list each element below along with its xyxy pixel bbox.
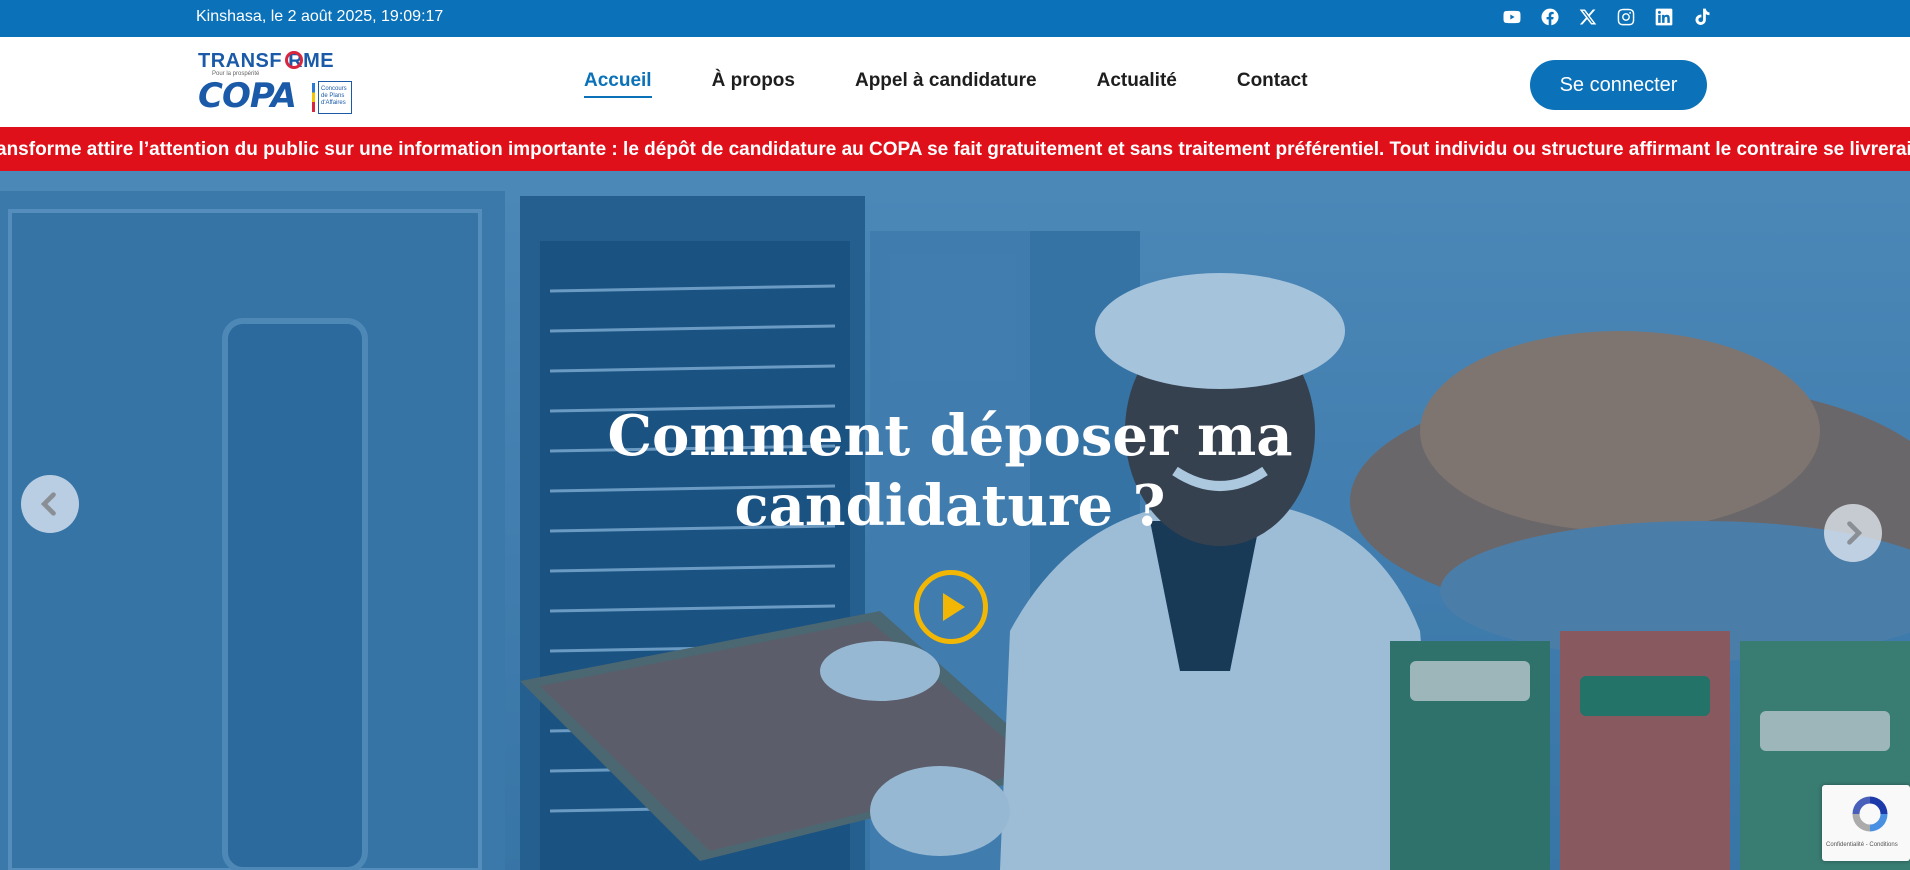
recaptcha-icon [1852,796,1888,832]
nav-actualite[interactable]: Actualité [1097,70,1177,98]
ticker-text: ansforme attire l’attention du public su… [0,139,1910,160]
play-icon [943,593,965,621]
logo-line1: TRANSF RME [198,50,335,72]
announcement-ticker: ansforme attire l’attention du public su… [0,127,1910,171]
main-nav: Accueil À propos Appel à candidature Act… [584,70,1308,98]
play-video-button[interactable] [914,570,988,644]
nav-appel-candidature[interactable]: Appel à candidature [855,70,1037,98]
hero-slider: Comment déposer ma candidature ? [0,171,1910,870]
youtube-icon[interactable] [1502,7,1522,27]
hero-title: Comment déposer ma candidature ? [550,401,1350,541]
facebook-icon[interactable] [1540,7,1560,27]
hero-title-line1: Comment déposer ma [607,403,1293,469]
datetime-display: Kinshasa, le 2 août 2025, 19:09:17 [196,8,444,25]
hero-title-line2: candidature ? [734,473,1166,539]
login-button[interactable]: Se connecter [1530,60,1707,110]
top-bar: Kinshasa, le 2 août 2025, 19:09:17 [0,0,1910,37]
nav-contact[interactable]: Contact [1237,70,1308,98]
gear-icon [285,51,303,69]
x-icon[interactable] [1578,7,1598,27]
social-links [1502,7,1712,27]
recaptcha-footer: Confidentialité - Conditions [1826,842,1898,848]
tiktok-icon[interactable] [1692,7,1712,27]
chevron-right-icon [1847,521,1863,545]
copa-logo[interactable]: TRANSF RME Pour la prospérité COPA Conco… [198,50,354,116]
logo-box-text: Concours de Plans d'Affaires [318,81,352,114]
slider-next-button[interactable] [1824,504,1882,562]
slider-prev-button[interactable] [21,475,79,533]
linkedin-icon[interactable] [1654,7,1674,27]
site-header: TRANSF RME Pour la prospérité COPA Conco… [0,37,1910,127]
nav-a-propos[interactable]: À propos [712,70,795,98]
instagram-icon[interactable] [1616,7,1636,27]
flag-stripe [312,83,315,112]
logo-copa: COPA [198,76,297,116]
recaptcha-badge[interactable]: Confidentialité - Conditions [1822,785,1910,861]
chevron-left-icon [40,492,56,516]
nav-accueil[interactable]: Accueil [584,70,652,98]
